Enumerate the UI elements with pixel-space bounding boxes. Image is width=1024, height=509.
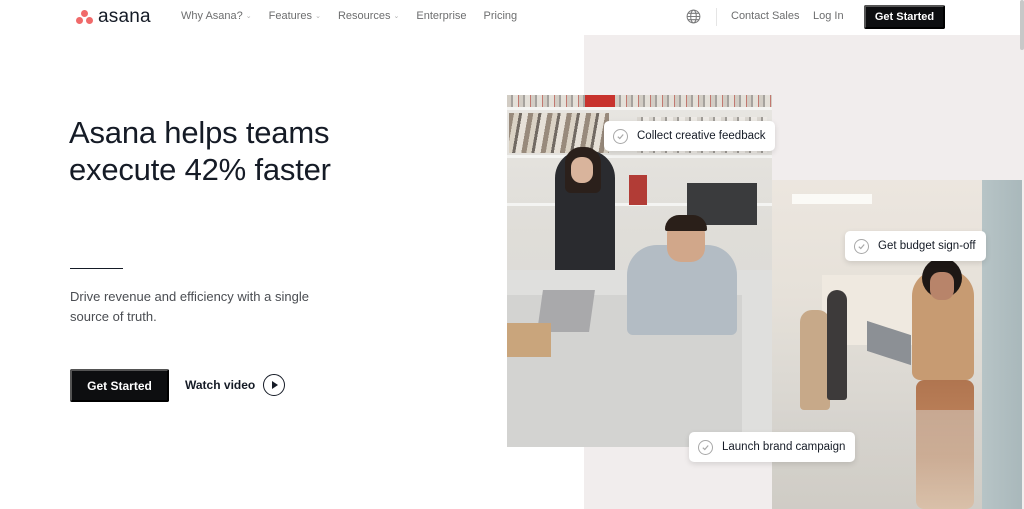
nav-enterprise-label: Enterprise: [416, 10, 467, 22]
nav-features[interactable]: Features ⌄: [269, 10, 321, 22]
nav-features-label: Features: [268, 10, 313, 22]
nav-pricing-label: Pricing: [483, 10, 518, 22]
asana-logo[interactable]: asana: [76, 7, 151, 26]
chevron-down-icon: ⌄: [315, 13, 321, 20]
globe-icon[interactable]: [686, 9, 701, 24]
task-card-collect-creative-feedback: Collect creative feedback: [604, 121, 776, 151]
nav-why-asana-label: Why Asana?: [181, 10, 243, 22]
check-circle-icon: [613, 128, 628, 144]
primary-nav: Why Asana? ⌄ Features ⌄ Resources ⌄ Enterpr…: [181, 10, 534, 22]
log-in-link[interactable]: Log In: [813, 10, 844, 22]
check-circle-icon: [854, 238, 869, 254]
hero-title-line-2: execute 42% faster: [69, 152, 331, 187]
task-card-launch-brand-campaign: Launch brand campaign: [689, 432, 856, 462]
hero-divider: [70, 268, 123, 269]
scrollbar[interactable]: [1020, 0, 1024, 50]
nav-why-asana[interactable]: Why Asana? ⌄: [181, 10, 252, 22]
check-circle-icon: [698, 439, 713, 455]
nav-divider: [716, 8, 717, 26]
task-card-label: Launch brand campaign: [722, 441, 846, 453]
hero-subtitle: Drive revenue and efficiency with a sing…: [70, 289, 309, 324]
hero-title: Asana helps teams execute 42% faster: [69, 114, 331, 188]
contact-sales-link[interactable]: Contact Sales: [731, 10, 799, 22]
watch-video-label: Watch video: [185, 378, 256, 392]
asana-logo-icon: [76, 9, 93, 24]
task-card-get-budget-sign-off: Get budget sign-off: [845, 231, 986, 261]
nav-resources[interactable]: Resources ⌄: [338, 10, 399, 22]
nav-get-started-button[interactable]: Get Started: [864, 5, 945, 29]
top-navigation: asana Why Asana? ⌄ Features ⌄ Resources ⌄ E…: [0, 0, 1024, 35]
task-card-label: Get budget sign-off: [878, 240, 976, 252]
nav-resources-label: Resources: [337, 10, 391, 22]
task-card-label: Collect creative feedback: [637, 130, 766, 142]
watch-video-button[interactable]: Watch video: [185, 374, 286, 396]
nav-enterprise[interactable]: Enterprise: [416, 10, 466, 22]
play-circle-icon: [263, 374, 286, 396]
hero-get-started-button[interactable]: Get Started: [70, 369, 169, 402]
hero-title-line-1: Asana helps teams: [69, 115, 330, 150]
chevron-down-icon: ⌄: [245, 13, 252, 20]
brand-name: asana: [98, 6, 151, 27]
chevron-down-icon: ⌄: [393, 13, 400, 20]
nav-pricing[interactable]: Pricing: [484, 10, 518, 22]
